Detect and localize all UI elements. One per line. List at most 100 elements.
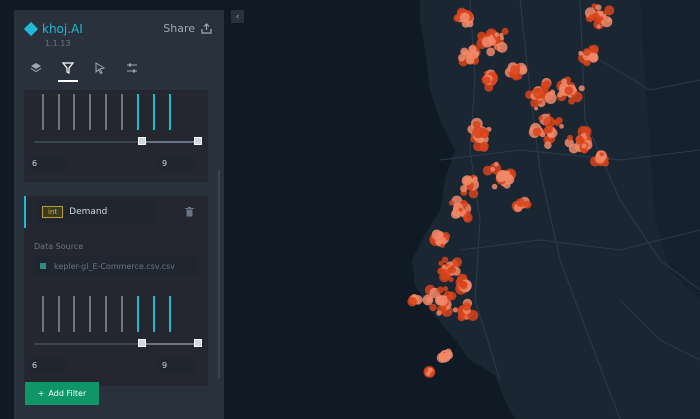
data-point[interactable] [591, 12, 600, 21]
data-point[interactable] [578, 50, 584, 56]
panel-scrollbar[interactable] [218, 170, 220, 378]
data-point[interactable] [494, 32, 500, 37]
tab-map-settings[interactable] [122, 58, 142, 78]
data-point[interactable] [575, 135, 585, 145]
data-point[interactable] [509, 170, 514, 175]
data-point[interactable] [557, 92, 563, 98]
data-point[interactable] [438, 260, 444, 266]
data-point[interactable] [431, 229, 442, 240]
data-point[interactable] [581, 143, 587, 149]
data-point[interactable] [437, 295, 448, 307]
data-point[interactable] [596, 24, 601, 29]
field-selector[interactable]: int Demand [36, 200, 156, 223]
data-point[interactable] [482, 76, 491, 85]
data-point[interactable] [568, 143, 579, 154]
data-point[interactable] [462, 302, 472, 311]
data-point[interactable] [466, 51, 472, 57]
data-point[interactable] [459, 280, 468, 290]
share-button[interactable]: Share [163, 22, 212, 35]
collapse-panel-button[interactable]: ‹ [231, 10, 244, 23]
range-slider[interactable] [34, 136, 202, 148]
data-source-selector[interactable]: kepler-gl_E-Commerce.csv.csv [34, 256, 198, 276]
data-point[interactable] [533, 87, 545, 100]
data-point[interactable] [429, 303, 437, 312]
data-point[interactable] [515, 198, 525, 208]
data-point[interactable] [543, 116, 556, 128]
data-point[interactable] [465, 210, 471, 216]
data-point[interactable] [501, 27, 509, 35]
data-point[interactable] [538, 115, 544, 121]
range-min-input[interactable]: 6 [28, 358, 66, 373]
data-point[interactable] [422, 294, 434, 306]
data-point[interactable] [459, 12, 470, 23]
data-point[interactable] [452, 307, 458, 313]
data-point[interactable] [436, 352, 448, 364]
data-point[interactable] [427, 367, 433, 373]
data-point[interactable] [479, 143, 489, 152]
data-point[interactable] [487, 35, 495, 43]
data-point[interactable] [546, 127, 553, 134]
data-point[interactable] [523, 200, 532, 209]
data-point[interactable] [493, 161, 499, 167]
range-max-handle[interactable] [194, 339, 202, 347]
data-point[interactable] [564, 86, 574, 95]
data-point[interactable] [440, 243, 445, 248]
data-point[interactable] [534, 99, 539, 104]
data-point[interactable] [599, 152, 604, 157]
delete-filter-button[interactable] [185, 207, 194, 220]
range-min-input[interactable]: 6 [28, 156, 66, 171]
data-point[interactable] [472, 120, 481, 129]
data-point[interactable] [496, 41, 508, 53]
data-point[interactable] [457, 313, 466, 322]
range-min-handle[interactable] [138, 137, 146, 145]
data-point[interactable] [561, 78, 568, 85]
histogram-bar [169, 296, 171, 332]
data-point[interactable] [458, 207, 463, 212]
add-filter-button[interactable]: + Add Filter [25, 382, 99, 405]
data-point[interactable] [588, 45, 595, 51]
data-point[interactable] [588, 52, 599, 63]
data-point[interactable] [585, 132, 591, 137]
data-point[interactable] [462, 176, 472, 186]
data-point[interactable] [559, 123, 564, 129]
data-point[interactable] [607, 17, 612, 23]
histogram-bar [121, 94, 123, 130]
data-point[interactable] [497, 170, 509, 182]
panel-header: khoj.AI 1.1.13 Share [14, 10, 224, 50]
range-max-input[interactable]: 9 [158, 156, 196, 171]
range-max-handle[interactable] [194, 137, 202, 145]
data-point[interactable] [490, 166, 496, 172]
data-point[interactable] [544, 141, 552, 149]
data-point[interactable] [457, 308, 463, 314]
data-point[interactable] [436, 286, 444, 294]
tab-layers[interactable] [26, 58, 46, 78]
data-point[interactable] [449, 264, 455, 270]
histogram-bar [153, 296, 155, 332]
data-point[interactable] [543, 80, 551, 88]
data-point[interactable] [578, 85, 585, 92]
data-point[interactable] [532, 127, 542, 137]
data-point[interactable] [568, 97, 575, 105]
data-point[interactable] [479, 128, 490, 139]
data-point[interactable] [440, 305, 447, 312]
data-point[interactable] [441, 264, 446, 270]
range-slider[interactable] [34, 338, 202, 350]
range-max-input[interactable]: 9 [158, 358, 196, 373]
trash-icon [185, 207, 194, 217]
data-point[interactable] [407, 296, 418, 307]
data-point[interactable] [486, 47, 496, 57]
tab-filters[interactable] [58, 58, 78, 82]
range-min-handle[interactable] [138, 339, 146, 347]
data-point[interactable] [595, 4, 602, 11]
data-point[interactable] [471, 51, 479, 59]
data-point[interactable] [491, 183, 498, 190]
data-point[interactable] [460, 185, 468, 193]
data-point[interactable] [455, 212, 461, 219]
data-point[interactable] [567, 134, 574, 141]
data-point[interactable] [510, 65, 521, 76]
tab-interactions[interactable] [90, 58, 110, 78]
data-point[interactable] [448, 200, 455, 206]
data-point[interactable] [544, 92, 557, 104]
data-point[interactable] [554, 120, 560, 126]
data-point[interactable] [512, 74, 519, 81]
